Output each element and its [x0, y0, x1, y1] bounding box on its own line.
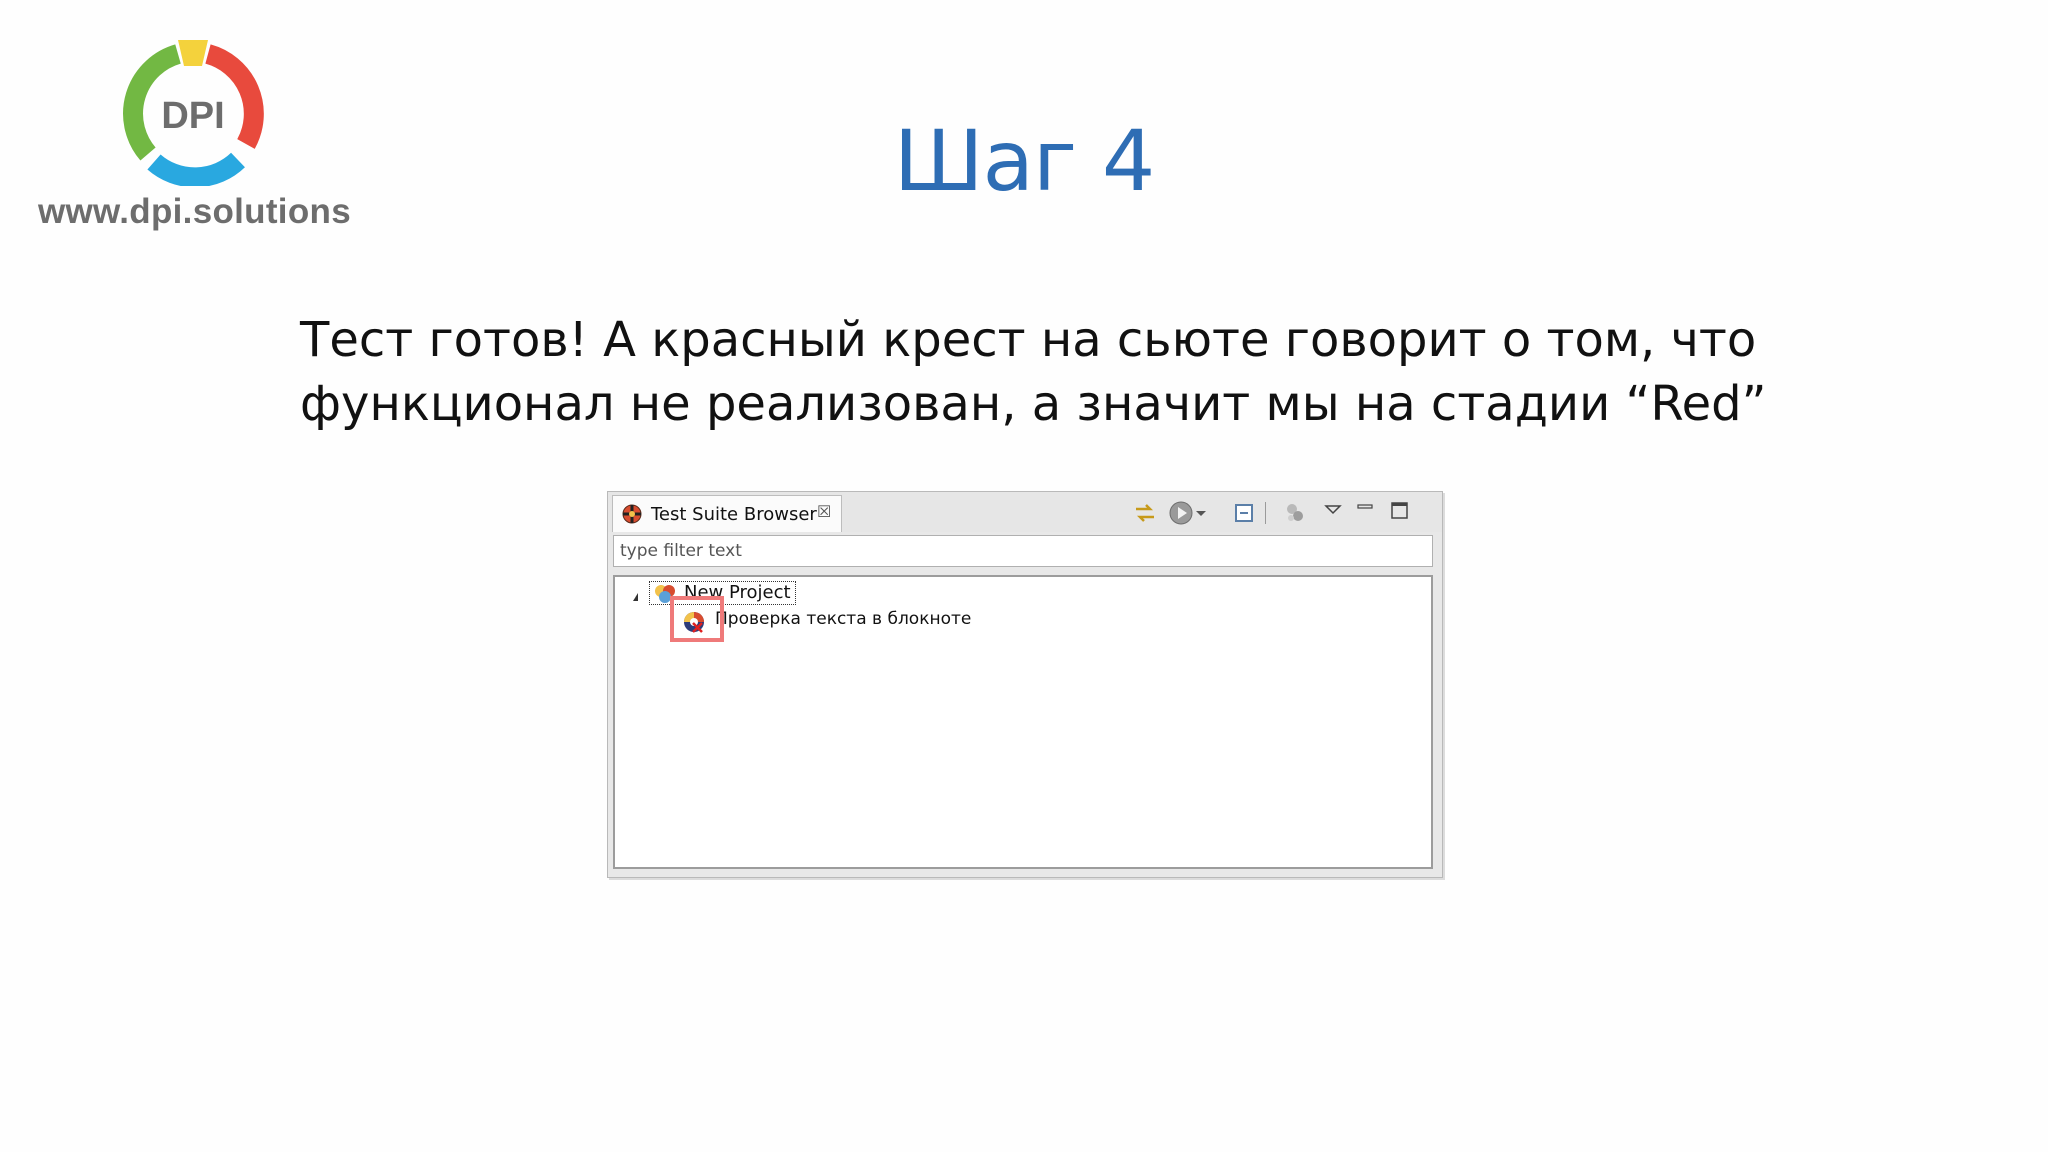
- collapse-all-icon[interactable]: [1232, 500, 1258, 526]
- view-menu-icon[interactable]: [1324, 500, 1342, 526]
- link-with-editor-icon[interactable]: [1132, 500, 1158, 526]
- close-icon[interactable]: ☒: [817, 504, 831, 522]
- red-cross-highlight: [670, 596, 724, 642]
- test-suite-icon[interactable]: [1282, 500, 1308, 526]
- test-suite-tree: New Project Проверка текста в блокноте: [613, 575, 1433, 869]
- suite-label: Проверка текста в блокноте: [715, 609, 972, 629]
- expand-arrow-icon[interactable]: [633, 593, 638, 601]
- panel-header: Test Suite Browser ☒: [608, 492, 1442, 532]
- test-suite-browser-icon: [621, 503, 643, 530]
- slide-title: Шаг 4: [0, 112, 2048, 210]
- filter-input[interactable]: [613, 535, 1433, 567]
- test-suite-browser-panel: Test Suite Browser ☒ type filter text Ne…: [607, 491, 1443, 878]
- slide: DPI www.dpi.solutions Шаг 4 Тест готов! …: [0, 0, 2048, 1152]
- minimize-icon[interactable]: [1356, 500, 1374, 526]
- toolbar-separator: [1264, 500, 1268, 526]
- body-line-1: Тест готов! А красный крест на сьюте гов…: [300, 312, 1757, 368]
- body-line-2: функционал не реализован, а значит мы на…: [300, 376, 1767, 432]
- slide-body: Тест готов! А красный крест на сьюте гов…: [300, 308, 1860, 436]
- slide-title-text: Шаг 4: [893, 112, 1156, 210]
- tab-label: Test Suite Browser: [651, 504, 817, 525]
- maximize-icon[interactable]: [1390, 500, 1410, 526]
- run-dropdown-icon[interactable]: [1194, 500, 1208, 526]
- run-icon[interactable]: [1168, 500, 1194, 526]
- tab-test-suite-browser[interactable]: Test Suite Browser ☒: [612, 495, 842, 532]
